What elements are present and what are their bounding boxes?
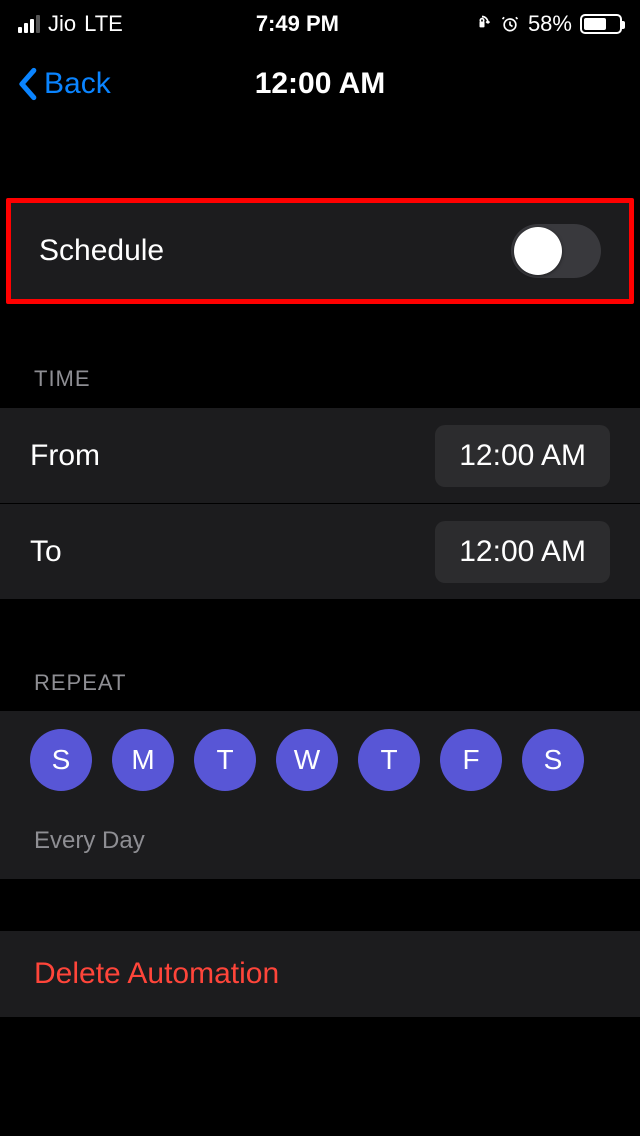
status-left: Jio LTE — [18, 11, 123, 37]
back-label: Back — [44, 67, 111, 101]
alarm-icon — [500, 14, 520, 34]
status-time: 7:49 PM — [256, 11, 339, 37]
orientation-lock-icon — [472, 14, 492, 34]
from-label: From — [30, 439, 100, 473]
day-saturday[interactable]: S — [522, 729, 584, 791]
time-group: From 12:00 AM To 12:00 AM — [0, 406, 640, 600]
to-row: To 12:00 AM — [0, 503, 640, 599]
delete-automation-button[interactable]: Delete Automation — [0, 930, 640, 1018]
day-wednesday[interactable]: W — [276, 729, 338, 791]
carrier-label: Jio — [48, 11, 76, 37]
schedule-row-highlight: Schedule — [6, 198, 634, 304]
schedule-label: Schedule — [39, 234, 164, 268]
schedule-toggle[interactable] — [511, 224, 601, 278]
from-row: From 12:00 AM — [0, 407, 640, 503]
from-time-picker[interactable]: 12:00 AM — [435, 425, 610, 487]
network-type-label: LTE — [84, 11, 123, 37]
schedule-row: Schedule — [11, 203, 629, 299]
repeat-days-row: S M T W T F S — [0, 710, 640, 809]
repeat-section-header: REPEAT — [0, 670, 640, 696]
battery-percentage: 58% — [528, 11, 572, 37]
day-monday[interactable]: M — [112, 729, 174, 791]
day-friday[interactable]: F — [440, 729, 502, 791]
day-thursday[interactable]: T — [358, 729, 420, 791]
status-right: 58% — [472, 11, 622, 37]
back-button[interactable]: Back — [16, 67, 111, 101]
status-bar: Jio LTE 7:49 PM 58% — [0, 0, 640, 48]
time-section-header: TIME — [0, 366, 640, 392]
to-time-picker[interactable]: 12:00 AM — [435, 521, 610, 583]
to-label: To — [30, 535, 62, 569]
signal-strength-icon — [18, 15, 40, 33]
nav-bar: Back 12:00 AM — [0, 48, 640, 120]
day-tuesday[interactable]: T — [194, 729, 256, 791]
chevron-left-icon — [16, 67, 38, 101]
repeat-summary: Every Day — [0, 809, 640, 880]
day-sunday[interactable]: S — [30, 729, 92, 791]
toggle-knob — [514, 227, 562, 275]
battery-icon — [580, 14, 622, 34]
